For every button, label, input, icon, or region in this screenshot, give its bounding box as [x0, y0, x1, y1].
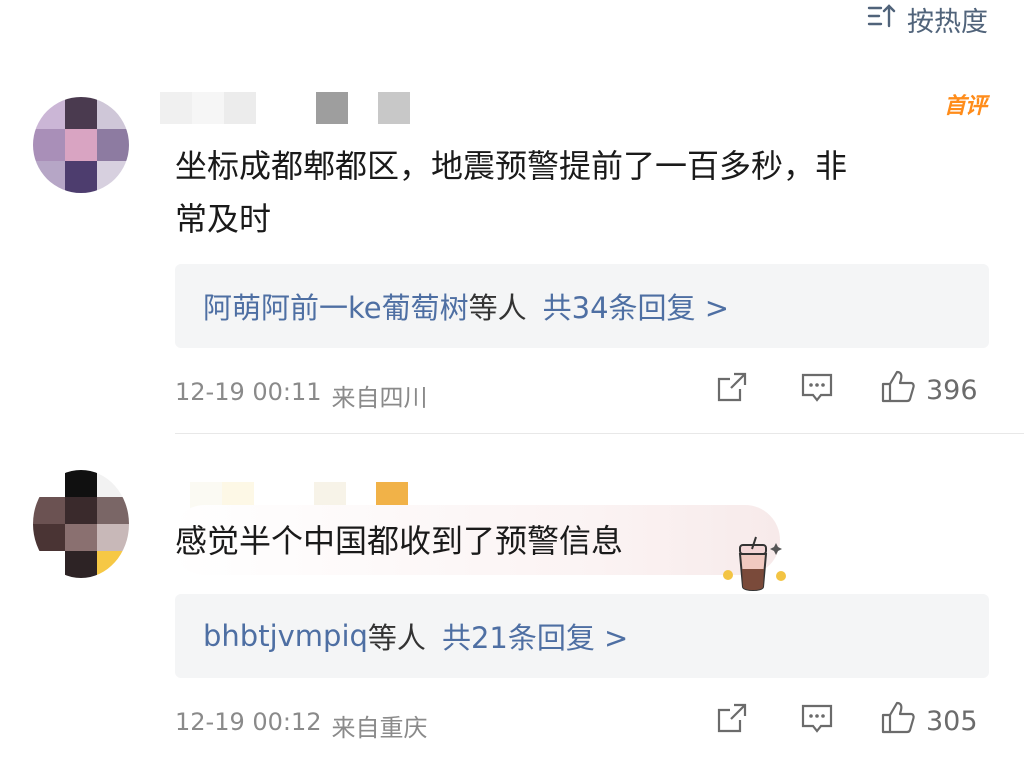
username-mosaic[interactable] [160, 92, 410, 124]
comment-text-line: 常及时 [175, 200, 272, 238]
sort-icon [867, 2, 899, 37]
reply-etc-label: 等人 [468, 291, 527, 325]
reply-etc-label: 等人 [367, 621, 426, 655]
reply-user-names[interactable]: bhbtjvmpiq [203, 619, 368, 653]
like-button[interactable]: 396 [880, 369, 978, 412]
bubble-tea-sticker-icon [718, 535, 790, 595]
thumbs-up-icon [880, 700, 916, 743]
comment-text-line: 感觉半个中国都收到了预警信息 [175, 522, 624, 560]
avatar[interactable] [33, 97, 129, 193]
reply-user-names[interactable]: 阿萌阿前一ke葡萄树 [203, 285, 469, 327]
comment-actions: 305 [0, 700, 1024, 744]
comment-text: 坐标成都郫都区，地震预警提前了一百多秒，非 常及时 [175, 140, 847, 246]
replies-summary[interactable]: 阿萌阿前一ke葡萄树 等人 共34条回复 > [175, 264, 989, 348]
like-count: 396 [926, 375, 978, 406]
sort-by-hot-button[interactable]: 按热度 [867, 2, 988, 38]
share-icon [714, 369, 750, 412]
comment-button[interactable] [799, 369, 835, 412]
share-icon [714, 700, 750, 743]
share-button[interactable] [714, 369, 750, 412]
share-button[interactable] [714, 700, 750, 743]
sort-label: 按热度 [907, 6, 988, 38]
comment-text: 感觉半个中国都收到了预警信息 [175, 515, 623, 568]
like-count: 305 [926, 706, 978, 737]
comment-text-line: 坐标成都郫都区，地震预警提前了一百多秒，非 [175, 147, 848, 185]
replies-summary[interactable]: bhbtjvmpiq 等人 共21条回复 > [175, 594, 989, 678]
thumbs-up-icon [880, 369, 916, 412]
comment-icon [799, 700, 835, 743]
like-button[interactable]: 305 [880, 700, 978, 743]
comment-icon [799, 369, 835, 412]
reply-count-link[interactable]: 共34条回复 > [543, 285, 729, 327]
comment-actions: 396 [0, 369, 1024, 413]
comment-button[interactable] [799, 700, 835, 743]
comment-divider [175, 433, 1024, 434]
first-comment-badge: 首评 [943, 94, 987, 119]
avatar[interactable] [33, 470, 129, 578]
reply-count-link[interactable]: 共21条回复 > [442, 615, 628, 657]
